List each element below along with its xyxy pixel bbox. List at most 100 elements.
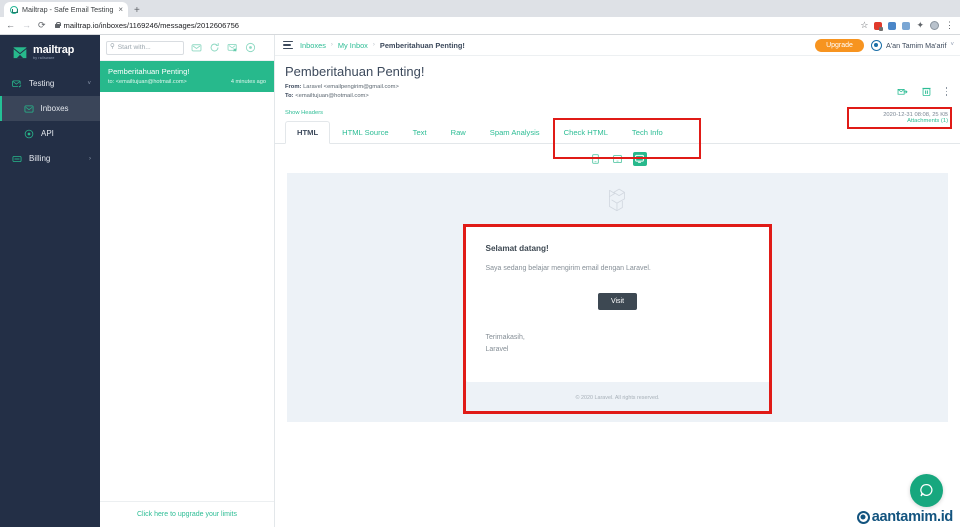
logo-wordmark: mailtrap [33,44,75,57]
mobile-preview-icon [592,154,599,164]
device-preview-switcher [275,144,960,173]
email-from-label: From: [285,84,302,90]
refresh-icon[interactable] [209,42,220,53]
mailtrap-logo-icon [13,47,27,59]
list-item[interactable]: Pemberitahuan Penting! to: <emailtujuan@… [100,61,274,92]
tablet-preview-button[interactable] [611,152,625,166]
content-tabs: HTML HTML Source Text Raw Spam Analysis … [275,120,960,144]
chat-help-icon [920,484,933,497]
watermark-text: aantamim.id [871,509,954,525]
envelope-check-icon [12,79,22,88]
chevron-right-icon: › [89,155,91,162]
back-button[interactable]: ← [6,21,15,30]
search-icon: ⚲ [110,43,115,51]
sidebar-item-label: Inboxes [40,104,69,113]
email-body-card: Selamat datang! Saya sedang belajar meng… [465,224,770,408]
breadcrumb-separator-icon: › [330,42,333,48]
sidebar-item-label: Billing [29,154,51,163]
tab-text[interactable]: Text [401,121,439,144]
sidebar: mailtrap by railsware Testing ˅ Inboxes [0,35,100,527]
help-chat-button[interactable] [910,474,943,507]
inbox-envelope-icon [24,104,33,113]
extension-blue-icon[interactable] [888,21,897,30]
tab-html-source[interactable]: HTML Source [330,121,401,144]
email-to-value: <emailtujuan@hotmail.com> [295,92,369,99]
tab-raw[interactable]: Raw [439,121,478,144]
browser-tab-title: Mailtrap - Safe Email Testing [22,5,114,14]
aantamim-logo-icon [856,510,870,524]
browser-tab-bar: Mailtrap - Safe Email Testing × + [0,0,960,17]
chevron-down-icon: ˅ [950,42,954,48]
email-body-signoff: Terimakasih, Laravel [486,332,750,357]
message-list-toolbar: ⚲ [100,35,274,61]
avatar [870,39,882,51]
chrome-menu-icon[interactable]: ⋮ [945,21,954,30]
browser-tab[interactable]: Mailtrap - Safe Email Testing × [4,2,129,17]
tab-tech-info[interactable]: Tech Info [620,121,675,144]
user-menu[interactable]: A'an Tamim Ma'arif ˅ [870,39,954,51]
tab-html[interactable]: HTML [285,120,331,144]
sidebar-item-inboxes[interactable]: Inboxes [0,96,100,121]
upgrade-button[interactable]: Upgrade [815,38,864,52]
browser-toolbar: ← → ⟳ mailtrap.io/inboxes/1169246/messag… [0,17,960,35]
search-box[interactable]: ⚲ [106,40,184,55]
breadcrumb-current: Pemberitahuan Penting! [379,40,465,50]
email-to-label: To: [285,92,294,99]
sidebar-item-billing[interactable]: Billing › [0,146,100,171]
upgrade-limits-link[interactable]: Click here to upgrade your limits [100,501,274,527]
mailtrap-logo[interactable]: mailtrap by railsware [0,35,100,71]
email-actions [897,86,948,97]
attachments-link[interactable]: Attachments (1) [883,118,948,124]
mailtrap-app: mailtrap by railsware Testing ˅ Inboxes [0,35,960,527]
message-list-column: ⚲ Pemberitahuan Penting! [100,35,275,527]
watermark: aantamim.id [856,509,954,525]
lock-icon [54,21,61,28]
more-options-icon[interactable] [945,87,948,96]
laravel-logo-icon [608,188,625,212]
email-body-heading: Selamat datang! [485,243,549,253]
main-column: Inboxes › My Inbox › Pemberitahuan Penti… [275,35,960,527]
breadcrumb-my-inbox[interactable]: My Inbox [338,41,368,50]
extension-person-icon[interactable] [902,21,911,30]
logo-subtitle: by railsware [33,56,55,61]
new-tab-button[interactable]: + [134,6,140,16]
search-input[interactable] [117,44,180,51]
bookmark-star-icon[interactable]: ☆ [860,21,868,30]
email-from-line: From: Laravel <emailpengirim@gmail.com> [285,83,950,92]
mark-all-read-icon[interactable] [191,42,202,53]
forward-button[interactable]: → [22,21,31,30]
email-header: Pemberitahuan Penting! From: Laravel <em… [275,56,960,159]
visit-button[interactable]: Visit [597,292,638,310]
tab-check-html[interactable]: Check HTML [552,121,620,144]
reload-button[interactable]: ⟳ [38,21,46,30]
close-tab-icon[interactable]: × [117,5,124,14]
breadcrumb-inboxes[interactable]: Inboxes [300,41,326,50]
message-meta: to: <emailtujuan@hotmail.com> 4 minutes … [108,79,266,85]
inbox-settings-icon[interactable] [245,42,256,53]
address-bar[interactable]: mailtrap.io/inboxes/1169246/messages/201… [54,21,854,30]
extension-red-icon[interactable] [874,21,884,31]
show-headers-link[interactable]: Show Headers [285,110,323,116]
profile-avatar-icon[interactable] [930,21,939,30]
email-meta: 2020-12-31 08:08, 25 KB Attachments (1) [883,112,948,124]
desktop-preview-button[interactable] [632,151,647,166]
puzzle-icon[interactable]: ✦ [916,21,924,30]
email-to-line: To: <emailtujuan@hotmail.com> [285,92,950,101]
message-subject: Pemberitahuan Penting! [108,67,190,76]
billing-card-icon [12,155,22,162]
browser-toolbar-actions: ☆ ✦ ⋮ [860,21,954,31]
tab-spam-analysis[interactable]: Spam Analysis [478,121,552,144]
mobile-preview-button[interactable] [589,152,603,166]
hamburger-menu-icon[interactable] [283,41,293,49]
email-body-paragraph: Saya sedang belajar mengirim email denga… [485,264,651,272]
sidebar-item-testing[interactable]: Testing ˅ [0,71,100,96]
user-name: A'an Tamim Ma'arif [885,40,947,50]
email-body-inner: Selamat datang! Saya sedang belajar meng… [465,224,770,383]
mailtrap-favicon-icon [10,5,18,14]
chevron-down-icon: ˅ [87,80,91,87]
trash-icon[interactable] [921,86,932,97]
email-subject: Pemberitahuan Penting! [285,64,425,79]
sidebar-item-api[interactable]: API [0,121,100,146]
forward-icon[interactable] [897,86,908,97]
delete-all-icon[interactable] [227,42,238,53]
